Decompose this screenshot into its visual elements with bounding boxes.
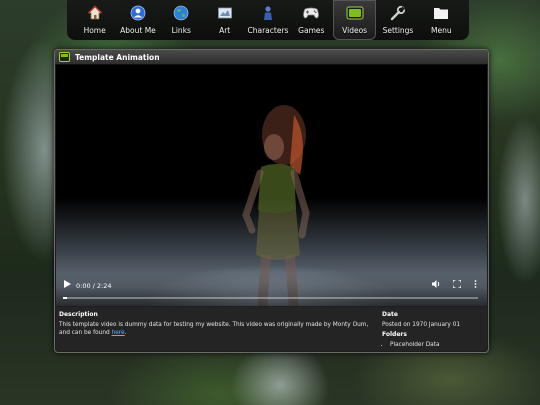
fullscreen-icon: [452, 279, 462, 289]
folder-icon: [432, 4, 450, 22]
character-icon: [259, 4, 277, 22]
tv-icon: [346, 4, 364, 22]
nav-menu-label: Menu: [430, 26, 452, 35]
nav-videos-label: Videos: [342, 26, 368, 35]
player-controls: 0:00 / 2:24: [56, 272, 487, 306]
nav-settings[interactable]: Settings: [376, 0, 419, 40]
tv-icon: [59, 52, 70, 62]
fullscreen-button[interactable]: [452, 279, 462, 290]
meta-section: Date Posted on 1970 January 01 Folders P…: [382, 311, 482, 349]
nav-about-me[interactable]: About Me: [116, 0, 159, 40]
time-display: 0:00 / 2:24: [76, 282, 112, 290]
home-icon: [86, 4, 104, 22]
description-text: This template video is dummy data for te…: [59, 322, 369, 336]
date-heading: Date: [382, 311, 398, 318]
wrench-icon: [389, 4, 407, 22]
description-heading: Description: [59, 311, 98, 318]
description-section: Description This template video is dummy…: [59, 311, 377, 337]
seek-bar-fill: [63, 297, 68, 299]
globe-icon: [172, 4, 190, 22]
nav-links-label: Links: [171, 26, 191, 35]
nav-home[interactable]: Home: [73, 0, 116, 40]
nav-links[interactable]: Links: [160, 0, 203, 40]
folder-item[interactable]: Placeholder Data: [390, 341, 482, 349]
nav-characters[interactable]: Characters: [246, 0, 289, 40]
top-nav: Home About Me Links Art Characters Games: [67, 0, 469, 40]
play-button[interactable]: [64, 280, 71, 290]
folders-heading: Folders: [382, 331, 407, 338]
video-window: Template Animation 0:00 / 2:24 Descripti…: [54, 49, 489, 353]
nav-art-label: Art: [219, 26, 231, 35]
seek-bar[interactable]: [63, 297, 478, 299]
nav-art[interactable]: Art: [203, 0, 246, 40]
nav-about-me-label: About Me: [120, 26, 156, 35]
nav-home-label: Home: [83, 26, 106, 35]
about-icon: [129, 4, 147, 22]
description-link[interactable]: here: [112, 330, 125, 336]
date-text: Posted on 1970 January 01: [382, 322, 461, 328]
window-title: Template Animation: [75, 52, 160, 62]
nav-characters-label: Characters: [247, 26, 289, 35]
nav-menu[interactable]: Menu: [420, 0, 463, 40]
gamepad-icon: [302, 4, 320, 22]
art-icon: [216, 4, 234, 22]
nav-settings-label: Settings: [382, 26, 414, 35]
more-options-button[interactable]: [474, 280, 477, 290]
window-titlebar[interactable]: Template Animation: [55, 50, 488, 65]
more-vertical-icon: [474, 280, 477, 288]
video-info-panel: Description This template video is dummy…: [56, 307, 487, 351]
folder-list: Placeholder Data: [390, 341, 482, 349]
nav-games-label: Games: [298, 26, 325, 35]
video-player[interactable]: 0:00 / 2:24: [56, 65, 487, 306]
play-icon: [64, 280, 71, 288]
nav-videos[interactable]: Videos: [332, 0, 377, 40]
volume-button[interactable]: [432, 280, 441, 290]
volume-icon: [432, 280, 440, 288]
nav-games[interactable]: Games: [290, 0, 333, 40]
